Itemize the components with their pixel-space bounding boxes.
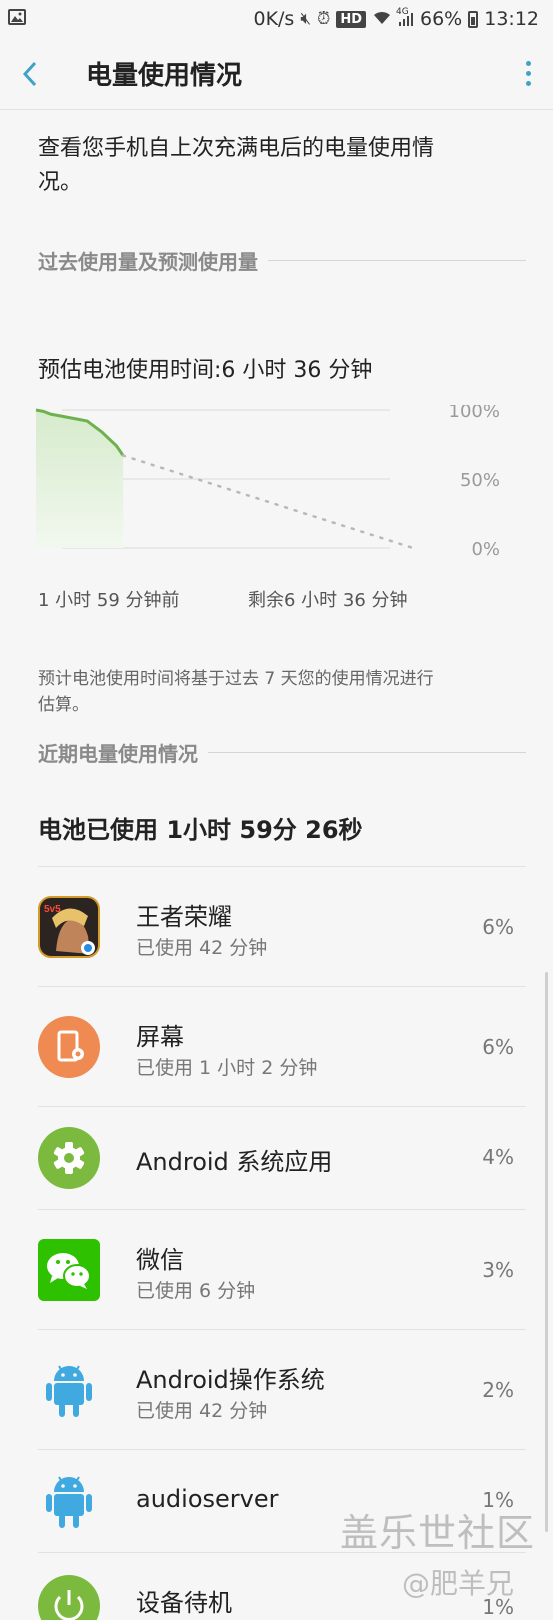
list-item[interactable]: 屏幕 已使用 1 小时 2 分钟 6%	[38, 986, 526, 1106]
app-percent: 4%	[482, 1145, 514, 1169]
app-usage-time: 已使用 6 分钟	[136, 1280, 256, 1302]
list-item[interactable]: 微信 已使用 6 分钟 3%	[38, 1209, 526, 1329]
intro-text: 查看您手机自上次充满电后的电量使用情况。	[38, 136, 435, 195]
app-name: audioserver	[136, 1485, 279, 1513]
network-type: 4G	[396, 7, 409, 17]
status-bar: 0K/s 🔇︎ ⏰︎ HD 4G 66% 13:12	[0, 0, 553, 38]
clock: 13:12	[484, 8, 539, 30]
watermark-author: @肥羊兄	[402, 1567, 515, 1600]
app-name: 屏幕	[136, 1023, 184, 1051]
app-usage-time: 已使用 42 分钟	[136, 1400, 268, 1422]
total-battery-used: 电池已使用 1小时 59分 26秒	[38, 816, 363, 844]
y-tick-label: 100%	[449, 405, 500, 422]
estimated-time: 预估电池使用时间:6 小时 36 分钟	[38, 358, 373, 383]
estimate-note: 预计电池使用时间将基于过去 7 天您的使用情况进行估算。	[38, 669, 434, 715]
wechat-icon	[38, 1239, 100, 1301]
app-name: Android 系统应用	[136, 1148, 333, 1176]
screen-icon	[38, 1016, 100, 1078]
app-percent: 6%	[482, 1035, 514, 1059]
watermark-community: 盖乐世社区	[340, 1511, 536, 1555]
network-speed: 0K/s	[253, 8, 295, 30]
alarm-icon: ⏰︎	[317, 9, 331, 29]
app-percent: 6%	[482, 915, 514, 939]
section-header-recent: 近期电量使用情况	[38, 738, 526, 767]
list-item[interactable]: 5v5 王者荣耀 已使用 42 分钟 6%	[38, 866, 526, 986]
game-icon: 5v5	[38, 896, 100, 958]
battery-percent: 66%	[420, 8, 463, 30]
list-item[interactable]: Android操作系统 已使用 42 分钟 2%	[38, 1329, 526, 1449]
app-usage-time: 已使用 42 分钟	[136, 937, 268, 959]
more-options-icon[interactable]	[503, 38, 553, 110]
settings-gear-icon	[38, 1127, 100, 1189]
app-name: 王者荣耀	[136, 903, 232, 931]
chart-start-label: 1 小时 59 分钟前	[38, 590, 180, 611]
app-name: Android操作系统	[136, 1366, 325, 1394]
mute-icon: 🔇︎	[300, 9, 312, 29]
app-percent: 2%	[482, 1378, 514, 1402]
power-icon	[38, 1575, 100, 1620]
list-item[interactable]: Android 系统应用 4%	[38, 1106, 526, 1209]
battery-icon	[468, 10, 479, 28]
android-icon	[38, 1359, 100, 1421]
wifi-icon	[372, 9, 392, 30]
app-name: 微信	[136, 1246, 184, 1274]
usage-area	[36, 410, 124, 548]
section-header-past-label: 过去使用量及预测使用量	[38, 250, 258, 274]
y-tick-label: 50%	[460, 470, 500, 491]
section-header-past: 过去使用量及预测使用量	[38, 246, 526, 275]
android-icon	[38, 1470, 100, 1532]
scrollbar[interactable]	[545, 972, 548, 1532]
battery-usage-chart: 100% 50% 0%	[35, 405, 500, 560]
gallery-notification-icon	[8, 8, 26, 30]
hd-badge: HD	[336, 10, 366, 28]
back-arrow-icon[interactable]	[0, 38, 60, 110]
app-percent: 3%	[482, 1258, 514, 1282]
y-tick-label: 0%	[471, 539, 500, 560]
app-name: 设备待机	[136, 1589, 232, 1617]
signal-icon: 4G	[396, 7, 414, 27]
page-title: 电量使用情况	[86, 61, 243, 91]
app-bar: 电量使用情况	[0, 38, 553, 110]
section-header-recent-label: 近期电量使用情况	[38, 742, 198, 766]
prediction-line	[121, 454, 415, 550]
chart-end-label: 剩余6 小时 36 分钟	[248, 590, 408, 611]
app-usage-time: 已使用 1 小时 2 分钟	[136, 1057, 318, 1079]
svg-text:5v5: 5v5	[44, 904, 61, 915]
